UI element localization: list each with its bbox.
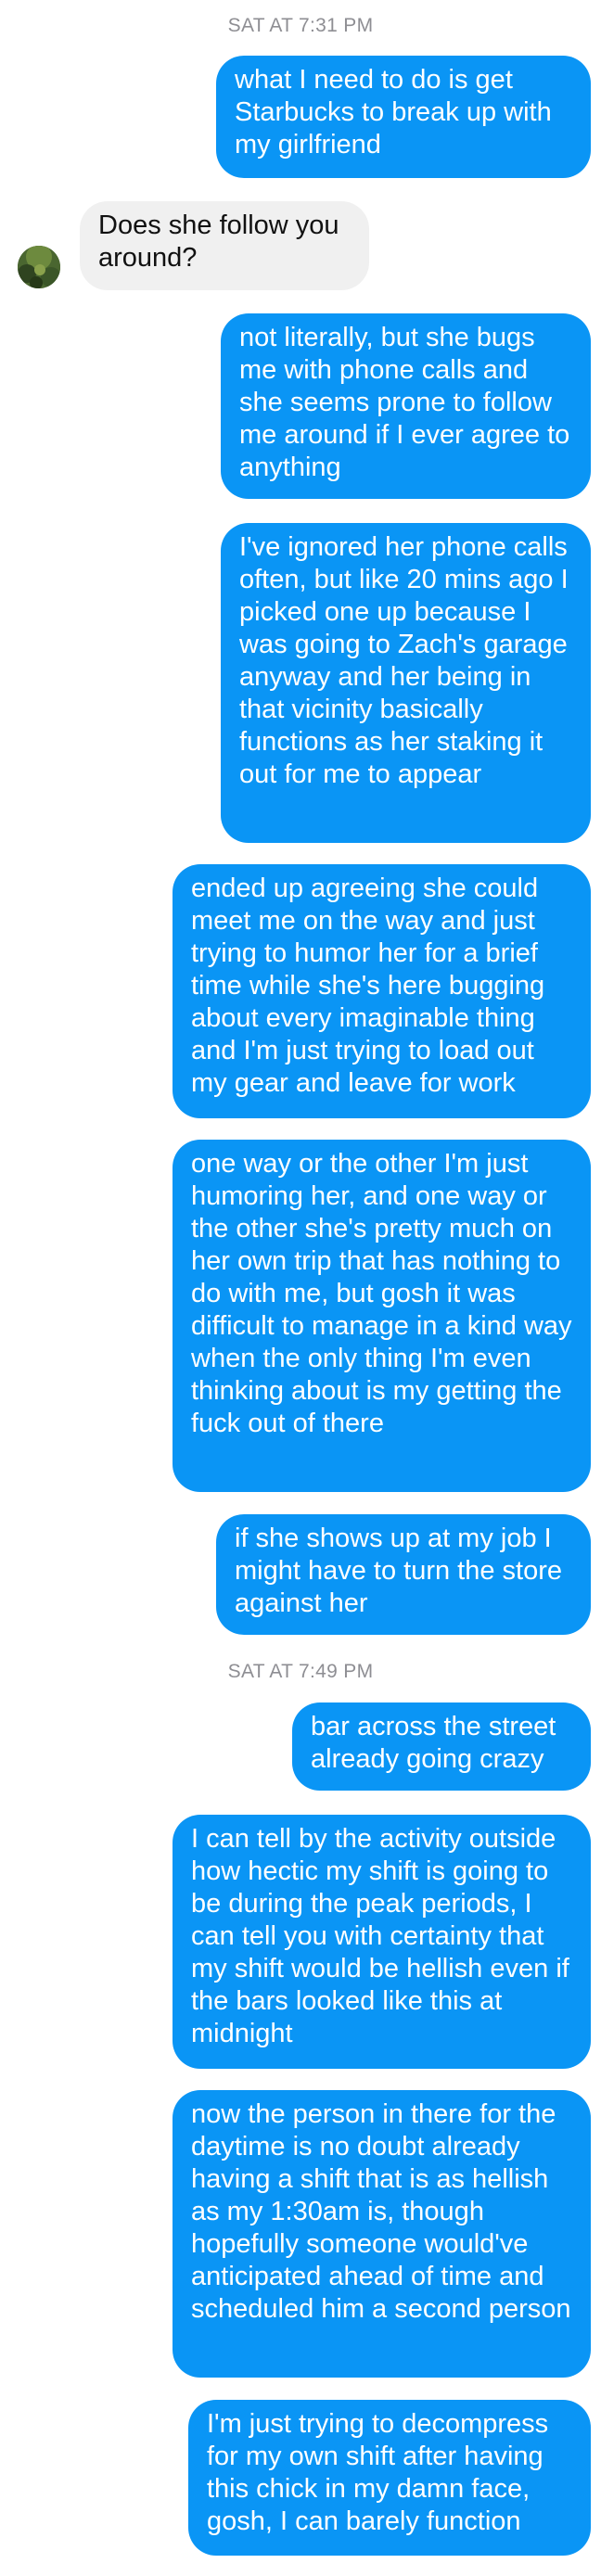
message-bubble-outgoing[interactable]: I can tell by the activity outside how h… [173, 1815, 591, 2069]
message-thread: SAT AT 7:31 PM what I need to do is get … [0, 0, 601, 2576]
message-bubble-outgoing[interactable]: bar across the street already going craz… [292, 1702, 591, 1791]
timestamp-divider: SAT AT 7:49 PM [227, 1661, 374, 1682]
message-bubble-outgoing[interactable]: what I need to do is get Starbucks to br… [216, 56, 591, 178]
message-bubble-outgoing[interactable]: ended up agreeing she could meet me on t… [173, 864, 591, 1118]
timestamp-divider: SAT AT 7:31 PM [227, 15, 374, 36]
profile-avatar-icon[interactable] [18, 246, 60, 288]
message-bubble-outgoing[interactable]: one way or the other I'm just humoring h… [173, 1140, 591, 1492]
message-bubble-outgoing[interactable]: not literally, but she bugs me with phon… [221, 313, 591, 499]
message-bubble-incoming[interactable]: Does she follow you around? [80, 201, 369, 290]
message-bubble-outgoing[interactable]: I'm just trying to decompress for my own… [188, 2400, 591, 2556]
avatar-image [18, 246, 60, 288]
message-bubble-outgoing[interactable]: I've ignored her phone calls often, but … [221, 523, 591, 843]
message-bubble-outgoing[interactable]: now the person in there for the daytime … [173, 2090, 591, 2378]
message-bubble-outgoing[interactable]: if she shows up at my job I might have t… [216, 1514, 591, 1635]
